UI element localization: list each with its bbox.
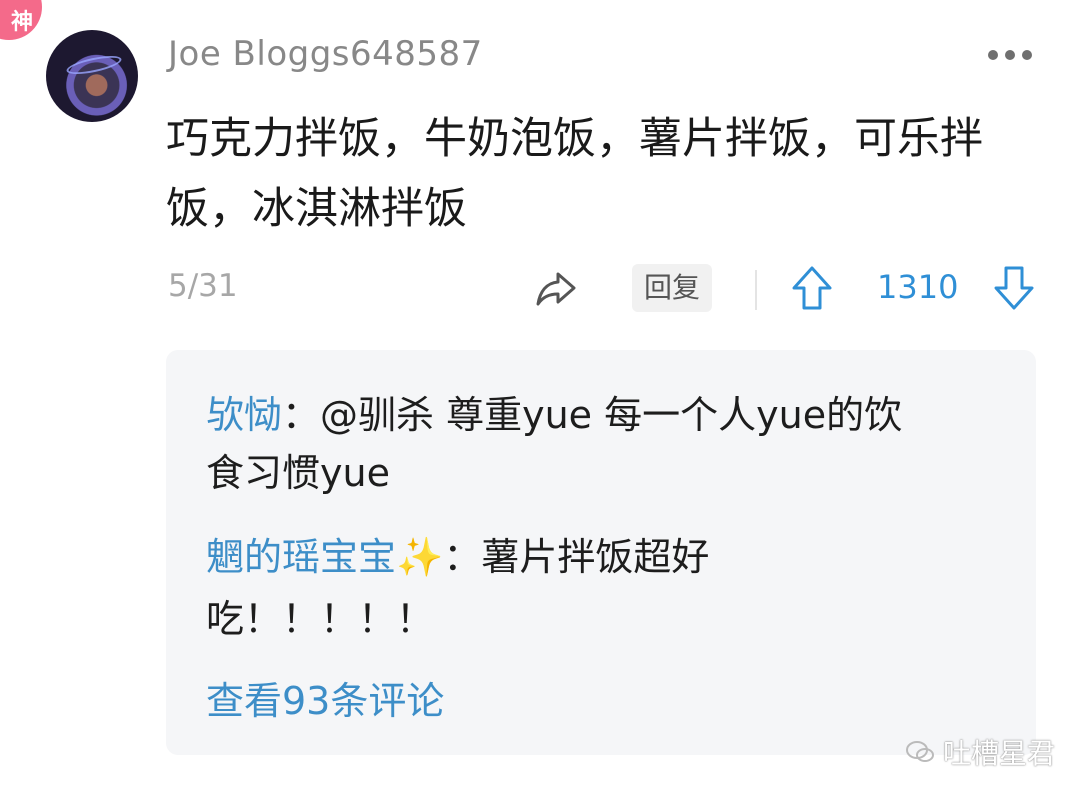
comment-date: 5/31: [168, 268, 238, 304]
reply-button[interactable]: 回复: [632, 264, 712, 312]
upvote-icon[interactable]: [790, 264, 834, 312]
reply-text: @驯杀 尊重yue 每一个人yue的饮: [320, 393, 903, 437]
view-more-comments-link[interactable]: 查看93条评论: [206, 670, 444, 725]
reply-line: 魍的瑶宝宝✨：薯片拌饭超好: [206, 535, 710, 579]
wechat-icon: [906, 741, 934, 762]
watermark: 吐槽星君: [905, 732, 1055, 772]
reply-line: 欤恸：@驯杀 尊重yue 每一个人yue的饮: [206, 393, 903, 437]
comment-text: 巧克力拌饭，牛奶泡饭，薯片拌饭，可乐拌饭，冰淇淋拌饭: [166, 114, 983, 234]
downvote-icon[interactable]: [992, 264, 1036, 312]
reply-author[interactable]: 魍的瑶宝宝✨: [206, 535, 443, 579]
vote-count: 1310: [877, 268, 959, 306]
reply-text-cont: 食习惯yue: [206, 451, 390, 495]
share-icon[interactable]: [534, 266, 578, 310]
reply-text: 薯片拌饭超好: [481, 535, 710, 579]
reply-box: 欤恸：@驯杀 尊重yue 每一个人yue的饮 食习惯yue 魍的瑶宝宝✨：薯片拌…: [166, 350, 1036, 755]
avatar[interactable]: [46, 30, 138, 122]
more-icon[interactable]: [988, 50, 1032, 60]
username[interactable]: Joe Bloggs648587: [168, 34, 483, 74]
god-comment-badge: 神: [0, 0, 42, 40]
reply-text-cont: 吃！！！！！: [206, 597, 435, 641]
divider: [755, 270, 757, 310]
reply-author[interactable]: 欤恸: [206, 393, 282, 437]
